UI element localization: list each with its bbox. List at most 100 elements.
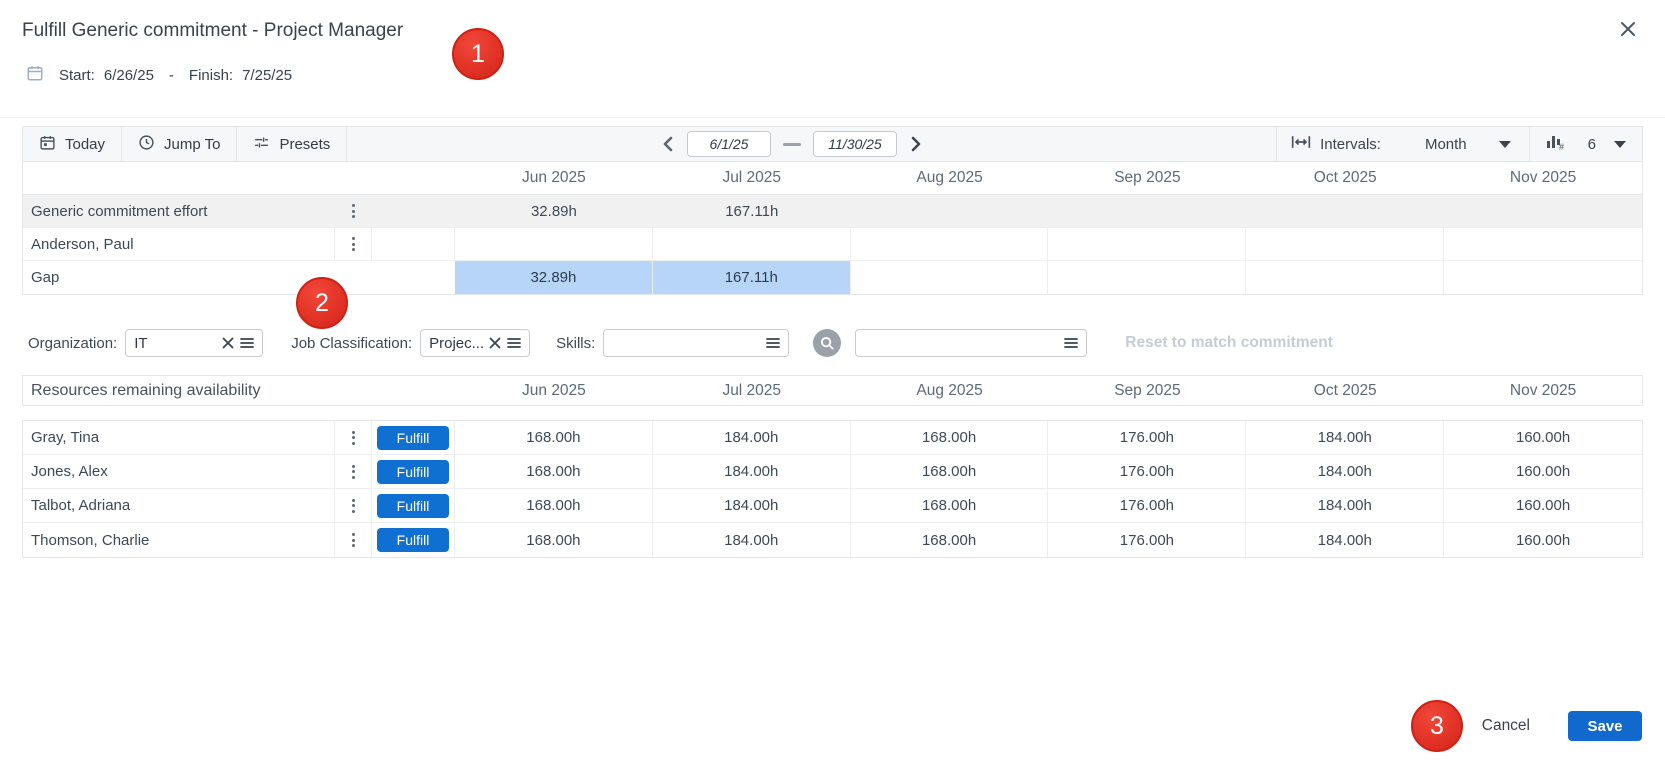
availability-cell: 184.00h [653, 421, 851, 455]
row-menu-kebab-icon[interactable] [348, 233, 359, 255]
fulfill-button[interactable]: Fulfill [377, 528, 449, 552]
month-header: Jul 2025 [653, 162, 851, 195]
row-menu-kebab-icon[interactable] [348, 461, 359, 483]
interval-count-caret-icon[interactable] [1614, 141, 1626, 148]
save-button[interactable]: Save [1568, 711, 1642, 741]
table-row-resource: Gray, Tina Fulfill 168.00h 184.00h 168.0… [23, 421, 1642, 455]
row-menu-kebab-icon[interactable] [348, 495, 359, 517]
intervals-caret-icon[interactable] [1499, 141, 1511, 148]
availability-cell: 168.00h [455, 523, 653, 557]
today-button[interactable]: Today [23, 127, 122, 161]
availability-cell: 184.00h [1246, 421, 1444, 455]
jump-to-button[interactable]: Jump To [122, 127, 237, 161]
allocation-cell[interactable] [1444, 228, 1642, 261]
availability-header: Resources remaining availability Jun 202… [22, 375, 1643, 406]
month-header: Nov 2025 [1444, 162, 1642, 195]
jump-to-label: Jump To [164, 136, 220, 153]
row-menu-kebab-icon[interactable] [348, 529, 359, 551]
job-classification-filter[interactable]: Projec... [420, 329, 530, 357]
date-range-navigator [661, 127, 923, 161]
allocation-cell[interactable] [455, 228, 653, 261]
chevron-right-icon[interactable] [909, 136, 923, 152]
search-icon[interactable] [813, 329, 841, 357]
allocation-cell[interactable] [653, 228, 851, 261]
allocation-cell[interactable] [1048, 228, 1246, 261]
availability-cell: 184.00h [653, 455, 851, 489]
job-classification-value: Projec... [429, 335, 483, 352]
today-label: Today [65, 136, 105, 153]
availability-cell: 184.00h [653, 523, 851, 557]
effort-cell [1444, 195, 1642, 228]
resource-name: Talbot, Adriana [23, 489, 335, 523]
availability-cell: 176.00h [1048, 455, 1246, 489]
effort-cell: 32.89h [455, 195, 653, 228]
skills-filter[interactable] [603, 329, 789, 357]
availability-table: Gray, Tina Fulfill 168.00h 184.00h 168.0… [22, 420, 1643, 558]
interval-count-icon: # [1546, 133, 1566, 156]
presets-button[interactable]: Presets [237, 127, 347, 161]
list-picker-icon[interactable] [1064, 337, 1078, 349]
intervals-value[interactable]: Month [1425, 136, 1467, 153]
resource-name: Anderson, Paul [23, 228, 335, 261]
clear-icon[interactable] [489, 337, 501, 349]
effort-cell [1048, 195, 1246, 228]
month-header: Sep 2025 [1048, 376, 1246, 405]
resource-name: Thomson, Charlie [23, 523, 335, 557]
fulfill-button[interactable]: Fulfill [377, 494, 449, 518]
clear-icon[interactable] [222, 337, 234, 349]
month-header: Sep 2025 [1048, 162, 1246, 195]
organization-filter[interactable]: IT [125, 329, 263, 357]
row-menu-kebab-icon[interactable] [348, 427, 359, 449]
availability-cell: 168.00h [851, 455, 1049, 489]
reset-to-match-commitment-link[interactable]: Reset to match commitment [1125, 334, 1333, 352]
resource-name: Jones, Alex [23, 455, 335, 489]
allocation-cell[interactable] [1246, 228, 1444, 261]
availability-cell: 168.00h [455, 489, 653, 523]
intervals-label: Intervals: [1320, 136, 1381, 153]
interval-width-icon [1291, 135, 1311, 154]
range-start-input[interactable] [687, 131, 771, 157]
availability-cell: 168.00h [851, 421, 1049, 455]
resource-search-filter[interactable] [855, 329, 1087, 357]
row-label: Generic commitment effort [23, 195, 335, 228]
gap-cell [1048, 261, 1246, 294]
availability-cell: 168.00h [455, 455, 653, 489]
close-icon[interactable] [1615, 16, 1641, 42]
range-end-input[interactable] [813, 131, 897, 157]
cancel-button[interactable]: Cancel [1482, 717, 1530, 735]
allocation-cell[interactable] [851, 228, 1049, 261]
header-divider [0, 117, 1665, 118]
fulfill-button[interactable]: Fulfill [377, 426, 449, 450]
page-title: Fulfill Generic commitment - Project Man… [22, 20, 403, 42]
effort-cell [1246, 195, 1444, 228]
calendar-icon [26, 64, 44, 86]
chevron-left-icon[interactable] [661, 136, 675, 152]
availability-cell: 160.00h [1444, 421, 1642, 455]
list-picker-icon[interactable] [240, 337, 254, 349]
list-picker-icon[interactable] [766, 337, 780, 349]
finish-value: 7/25/25 [242, 67, 292, 84]
month-header-row: Jun 2025 Jul 2025 Aug 2025 Sep 2025 Oct … [23, 162, 1642, 195]
svg-text:#: # [1559, 142, 1564, 151]
list-picker-icon[interactable] [507, 337, 521, 349]
toolbar-divider [1529, 126, 1530, 162]
availability-title: Resources remaining availability [23, 376, 455, 405]
skills-label: Skills: [556, 335, 595, 352]
availability-cell: 176.00h [1048, 421, 1246, 455]
resource-filters: Organization: IT Job Classification: Pro… [22, 329, 1643, 357]
fulfill-button[interactable]: Fulfill [377, 460, 449, 484]
resource-name: Gray, Tina [23, 421, 335, 455]
dialog-footer: Cancel Save [1482, 711, 1642, 741]
row-label: Gap [23, 261, 455, 294]
organization-value: IT [134, 335, 216, 352]
availability-cell: 168.00h [851, 523, 1049, 557]
sliders-icon [253, 134, 270, 155]
finish-label: Finish: [189, 67, 233, 84]
interval-count-value[interactable]: 6 [1588, 136, 1596, 153]
month-header: Oct 2025 [1246, 376, 1444, 405]
row-menu-kebab-icon[interactable] [348, 200, 359, 222]
gap-cell: 167.11h [653, 261, 851, 294]
month-header: Jun 2025 [455, 162, 653, 195]
availability-cell: 160.00h [1444, 489, 1642, 523]
availability-cell: 184.00h [1246, 455, 1444, 489]
